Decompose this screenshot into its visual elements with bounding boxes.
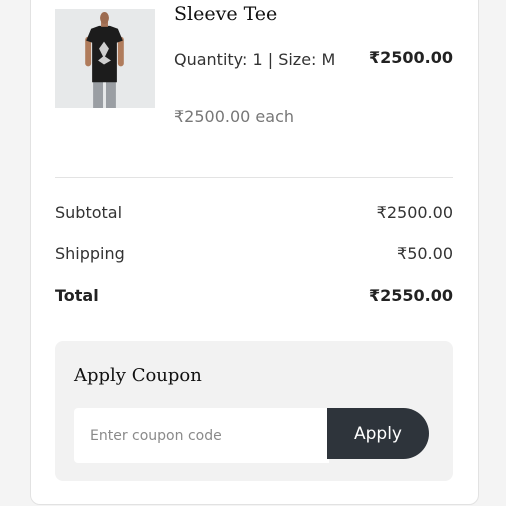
subtotal-value: ₹2500.00 — [376, 203, 453, 222]
product-unit-price: ₹2500.00 each — [174, 107, 295, 126]
summary-divider — [55, 177, 453, 178]
product-line-total: ₹2500.00 — [368, 48, 453, 67]
coupon-code-input[interactable] — [74, 408, 329, 463]
apply-coupon-button[interactable]: Apply — [327, 408, 429, 459]
subtotal-row: Subtotal ₹2500.00 — [55, 203, 453, 222]
tshirt-model-icon — [55, 9, 155, 108]
product-quantity-size: Quantity: 1 | Size: M — [174, 50, 336, 69]
product-name[interactable]: Sleeve Tee — [174, 3, 277, 25]
coupon-panel: Apply Coupon Apply — [55, 341, 453, 481]
shipping-value: ₹50.00 — [397, 244, 453, 263]
total-label: Total — [55, 286, 99, 305]
total-value: ₹2550.00 — [368, 286, 453, 305]
shipping-label: Shipping — [55, 244, 125, 263]
shipping-row: Shipping ₹50.00 — [55, 244, 453, 263]
product-image[interactable] — [55, 9, 155, 108]
subtotal-label: Subtotal — [55, 203, 123, 222]
total-row: Total ₹2550.00 — [55, 286, 453, 305]
coupon-title: Apply Coupon — [74, 365, 202, 386]
